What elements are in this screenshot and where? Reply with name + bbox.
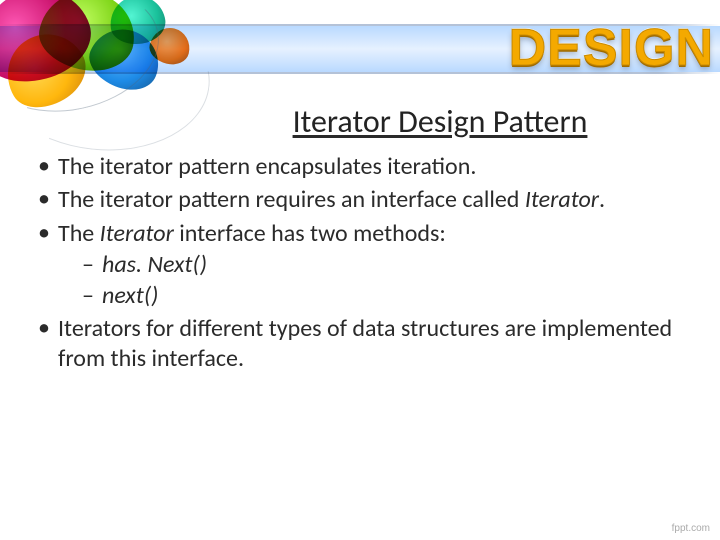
- slide-body: The iterator pattern encapsulates iterat…: [34, 152, 686, 377]
- bullet-item: The iterator pattern encapsulates iterat…: [34, 152, 686, 181]
- sub-bullet-list: has. Next() next(): [58, 250, 686, 311]
- sub-bullet-item: has. Next(): [58, 250, 686, 279]
- bullet-text: Iterators for different types of data st…: [58, 314, 672, 372]
- bullet-list: The iterator pattern encapsulates iterat…: [34, 152, 686, 373]
- design-wordmark: DESIGN: [509, 18, 714, 78]
- footer-credit: fppt.com: [672, 523, 710, 534]
- sub-bullet-text: has. Next(): [102, 250, 207, 279]
- bullet-italic: Iterator: [100, 219, 174, 248]
- bullet-item: Iterators for different types of data st…: [34, 314, 686, 373]
- sub-bullet-text: next(): [102, 281, 158, 310]
- bullet-italic: Iterator: [525, 185, 599, 214]
- slide-title: Iterator Design Pattern: [0, 102, 720, 141]
- bullet-item: The Iterator interface has two methods: …: [34, 219, 686, 311]
- bullet-item: The iterator pattern requires an interfa…: [34, 185, 686, 214]
- bullet-text: interface has two methods:: [174, 219, 446, 248]
- slide: DESIGN Iterator Design Pattern The itera…: [0, 0, 720, 540]
- sub-bullet-item: next(): [58, 281, 686, 310]
- bullet-text: The: [58, 219, 100, 248]
- bullet-text: .: [599, 185, 605, 214]
- bullet-text: The iterator pattern requires an interfa…: [58, 185, 525, 214]
- bullet-text: The iterator pattern encapsulates iterat…: [58, 152, 476, 181]
